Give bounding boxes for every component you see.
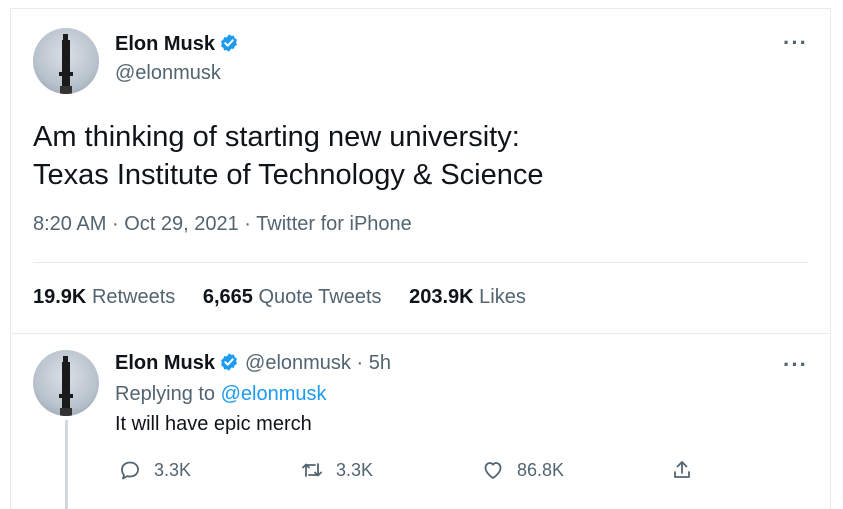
meta-separator: ·	[111, 213, 119, 235]
divider	[33, 262, 808, 263]
reply-text: It will have epic merch	[115, 413, 312, 435]
quote-tweets-stat[interactable]: 6,665 Quote Tweets	[203, 286, 382, 309]
retweets-stat[interactable]: 19.9K Retweets	[33, 286, 175, 309]
tweet-date[interactable]: Oct 29, 2021	[124, 213, 239, 235]
reply-count: 3.3K	[154, 459, 192, 480]
author-name[interactable]: Elon Musk	[115, 33, 239, 56]
replying-to: Replying to @elonmusk	[115, 383, 327, 406]
meta-separator: ·	[244, 213, 251, 235]
reply-author-name[interactable]: Elon Musk	[115, 352, 215, 374]
quote-tweets-count: 6,665	[202, 286, 253, 308]
retweets-label: Retweets	[91, 286, 176, 308]
engagement-stats: 19.9K Retweets 6,665 Quote Tweets 203.9K…	[33, 286, 548, 309]
retweet-arrows-icon	[302, 463, 322, 477]
tweet-time[interactable]: 8:20 AM	[33, 213, 106, 235]
more-options-icon[interactable]: ···	[783, 32, 808, 54]
author-handle[interactable]: @elonmusk	[115, 62, 221, 85]
tweet-text-line-1: Am thinking of starting new university:	[33, 121, 520, 153]
author-avatar[interactable]	[33, 28, 99, 94]
replying-to-link[interactable]: @elonmusk	[221, 383, 327, 405]
thread-divider	[10, 333, 831, 334]
tweet-source[interactable]: Twitter for iPhone	[256, 213, 412, 235]
verified-badge-icon	[221, 353, 237, 371]
reply-header: Elon Musk @elonmusk · 5h	[115, 352, 391, 375]
likes-label: Likes	[479, 286, 526, 308]
rocket-silhouette-icon	[59, 34, 73, 94]
likes-stat[interactable]: 203.9K Likes	[409, 286, 526, 309]
tweet-meta: 8:20 AM · Oct 29, 2021 · Twitter for iPh…	[33, 213, 412, 236]
comment-bubble-icon	[121, 461, 139, 480]
share-action[interactable]	[670, 457, 706, 483]
reply-more-options-icon[interactable]: ···	[783, 354, 808, 376]
retweet-count: 3.3K	[336, 459, 374, 480]
like-action[interactable]: 86.8K	[481, 457, 564, 483]
share-upload-icon	[674, 461, 690, 478]
reply-action[interactable]: 3.3K	[118, 457, 191, 483]
rocket-silhouette-icon	[59, 356, 73, 416]
retweet-action[interactable]: 3.3K	[300, 457, 373, 483]
thread-connector-line	[65, 420, 68, 509]
verified-badge-icon	[221, 34, 237, 52]
author-name-text[interactable]: Elon Musk	[115, 33, 215, 55]
replying-to-prefix: Replying to	[115, 383, 216, 405]
retweets-count: 19.9K	[33, 286, 87, 308]
heart-icon	[484, 462, 502, 479]
like-count: 86.8K	[517, 459, 565, 480]
tweet-text: Am thinking of starting new university: …	[33, 118, 544, 194]
tweet-text-line-2: Texas Institute of Technology & Science	[33, 159, 544, 191]
reply-author-avatar[interactable]	[33, 350, 99, 416]
likes-count: 203.9K	[409, 286, 474, 308]
reply-separator: ·	[356, 352, 364, 374]
quote-tweets-label: Quote Tweets	[258, 286, 382, 308]
reply-age[interactable]: 5h	[369, 352, 391, 374]
reply-author-handle[interactable]: @elonmusk	[245, 352, 351, 374]
